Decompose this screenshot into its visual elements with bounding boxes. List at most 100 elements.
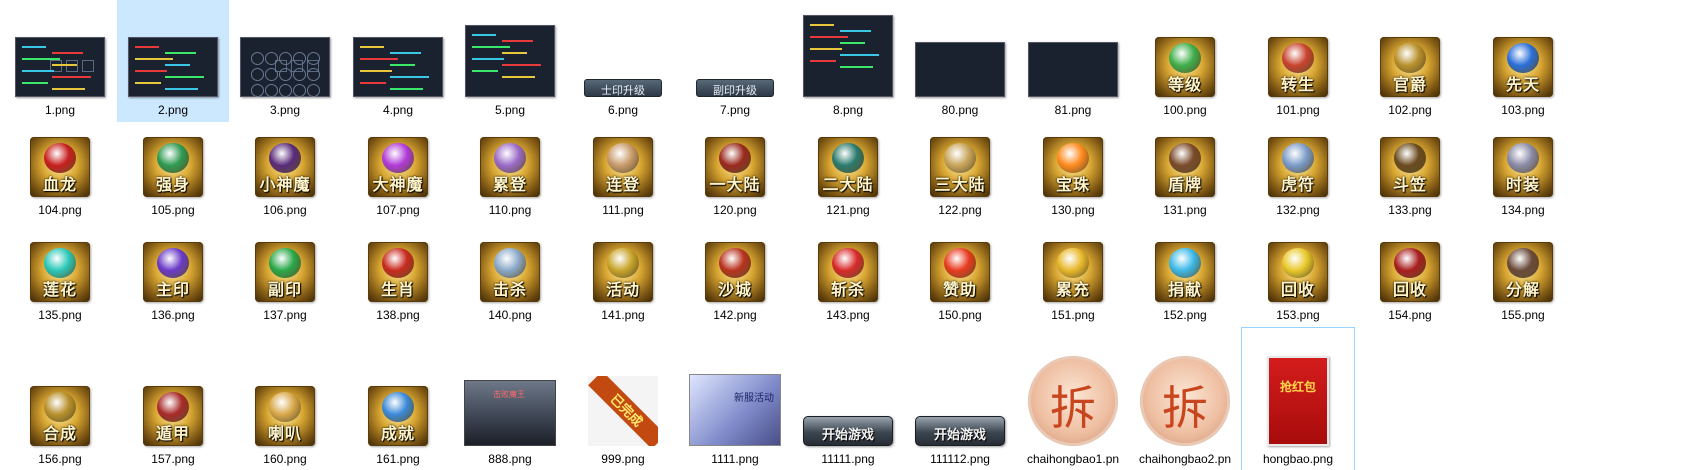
shot-text-line [22,82,48,84]
icon-title: 斩杀 [830,280,865,299]
shot-circle [251,68,264,81]
file-item[interactable]: 大神魔 107.png [342,122,454,224]
icon-title: 等级 [1167,75,1202,94]
icon-title: 回收 [1392,280,1427,299]
icon-title: 赞助 [942,280,977,299]
game-icon: 赞助 [930,242,990,302]
game-icon: 累充 [1043,242,1103,302]
start-game-text: 开始游戏 [821,428,874,443]
game-icon: 虎符 [1268,137,1328,197]
file-item[interactable]: 合成 156.png [4,328,116,470]
scene-text: 击败魔王 [493,390,525,399]
file-name: 7.png [719,103,751,117]
file-item[interactable]: 等级 100.png [1129,0,1241,122]
disc-character: 拆 [1162,381,1208,435]
file-item[interactable]: 新服活动 1111.png [679,328,791,470]
file-item[interactable]: 喇叭 160.png [229,328,341,470]
file-name: chaihongbao2.pn [1138,452,1232,466]
file-item[interactable]: 累充 151.png [1017,224,1129,328]
file-item[interactable]: 80.png [904,0,1016,122]
file-item[interactable]: 士印升级 6.png [567,0,679,122]
file-item[interactable]: 沙城 142.png [679,224,791,328]
file-item[interactable]: 转生 101.png [1242,0,1354,122]
shot-text-line [810,24,834,26]
file-name: 155.png [1501,308,1545,322]
file-item[interactable]: 先天 103.png [1467,0,1579,122]
file-name: 106.png [263,203,307,217]
file-item[interactable]: 拆 chaihongbao1.pn [1017,328,1129,470]
file-item[interactable]: 已完成 999.png [567,328,679,470]
shot-text-line [472,58,504,60]
file-item[interactable]: 3.png [229,0,341,122]
open-red-envelope-disc: 拆 [1028,356,1118,446]
icon-title: 活动 [605,280,640,299]
file-item[interactable]: 斩杀 143.png [792,224,904,328]
file-item[interactable]: 4.png [342,0,454,122]
file-item[interactable]: 连登 111.png [567,122,679,224]
icon-emblem [494,143,526,173]
file-item[interactable]: 副印 137.png [229,224,341,328]
file-item[interactable]: 击杀 140.png [454,224,566,328]
file-item[interactable]: 8.png [792,0,904,122]
file-item[interactable]: 活动 141.png [567,224,679,328]
file-item[interactable]: 三大陆 122.png [904,122,1016,224]
file-item[interactable]: 开始游戏 11111.png [792,328,904,470]
game-icon: 先天 [1493,37,1553,97]
file-item[interactable]: 捐献 152.png [1129,224,1241,328]
file-item[interactable]: 1.png [4,0,116,122]
file-name: 5.png [494,103,526,117]
file-name: 142.png [713,308,757,322]
file-item[interactable]: 官爵 102.png [1354,0,1466,122]
game-icon: 二大陆 [818,137,878,197]
icon-emblem [832,248,864,278]
file-item[interactable]: 分解 155.png [1467,224,1579,328]
file-item[interactable]: 时装 134.png [1467,122,1579,224]
file-item[interactable]: 累登 110.png [454,122,566,224]
file-item[interactable]: 2.png [117,0,229,122]
game-icon: 主印 [143,242,203,302]
file-name: 999.png [601,452,645,466]
shot-text-line [52,52,83,54]
file-name: 136.png [151,308,195,322]
shot-circle [293,68,306,81]
file-item[interactable]: 主印 136.png [117,224,229,328]
file-item[interactable]: 强身 105.png [117,122,229,224]
game-icon: 生肖 [368,242,428,302]
file-item[interactable]: 5.png [454,0,566,122]
file-name: 130.png [1051,203,1095,217]
icon-emblem [1507,248,1539,278]
file-item[interactable]: 小神魔 106.png [229,122,341,224]
file-name: 160.png [263,452,307,466]
file-item[interactable]: 开始游戏 111112.png [904,328,1016,470]
file-name: 101.png [1276,103,1320,117]
file-item[interactable]: 虎符 132.png [1242,122,1354,224]
file-item[interactable]: 回收 154.png [1354,224,1466,328]
file-item[interactable]: 赞助 150.png [904,224,1016,328]
file-item[interactable]: 斗笠 133.png [1354,122,1466,224]
file-item[interactable]: 回收 153.png [1242,224,1354,328]
file-item[interactable]: 二大陆 121.png [792,122,904,224]
shot-circle [251,52,264,65]
file-item[interactable]: 盾牌 131.png [1129,122,1241,224]
game-icon: 喇叭 [255,386,315,446]
file-item[interactable]: 击败魔王 888.png [454,328,566,470]
file-item[interactable]: 81.png [1017,0,1129,122]
file-name: 2.png [157,103,189,117]
icon-emblem [1169,248,1201,278]
file-item[interactable]: 抢红包 hongbao.png [1241,327,1355,470]
file-item[interactable]: 拆 chaihongbao2.pn [1129,328,1241,470]
icon-emblem [157,248,189,278]
icon-title: 莲花 [42,280,77,299]
file-item[interactable]: 生肖 138.png [342,224,454,328]
file-item[interactable]: 宝珠 130.png [1017,122,1129,224]
banner-text: 新服活动 [734,393,774,404]
file-item[interactable]: 副印升级 7.png [679,0,791,122]
file-item[interactable]: 莲花 135.png [4,224,116,328]
file-item[interactable]: 成就 161.png [342,328,454,470]
file-name: 1111.png [711,452,759,466]
file-item[interactable]: 血龙 104.png [4,122,116,224]
file-name: 150.png [938,308,982,322]
file-item[interactable]: 一大陆 120.png [679,122,791,224]
file-item[interactable]: 遁甲 157.png [117,328,229,470]
scene-thumbnail: 击败魔王 [464,380,556,446]
